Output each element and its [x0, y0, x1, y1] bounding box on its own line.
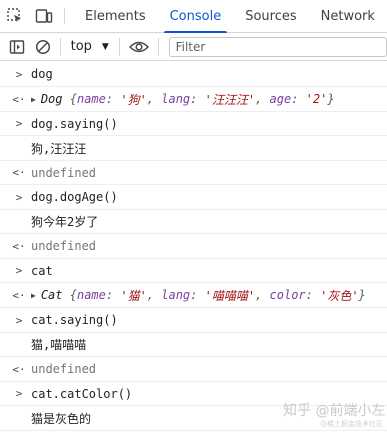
console-input-row: > cat	[0, 259, 387, 283]
tab-sources[interactable]: Sources	[233, 0, 308, 32]
filter-input[interactable]: Filter	[168, 36, 387, 57]
sidebar-toggle-button[interactable]	[4, 33, 30, 61]
inspect-element-button[interactable]	[0, 0, 29, 32]
object-value: '猫'	[120, 288, 147, 303]
console-log-row: 狗,汪汪汪	[0, 136, 387, 161]
device-toolbar-button[interactable]	[29, 0, 58, 32]
filter-placeholder: Filter	[175, 39, 206, 54]
input-text: cat.catColor()	[31, 386, 133, 401]
result-arrow-icon: <·	[12, 92, 26, 106]
object-value: '狗'	[120, 92, 147, 107]
toolbar-divider	[59, 37, 61, 56]
object-preview[interactable]: ▶ Dog {name: '狗', lang: '汪汪汪', age: '2'}	[31, 87, 335, 111]
input-text: dog	[31, 67, 53, 81]
object-key: name	[76, 288, 106, 302]
console-result-row: <· undefined	[0, 161, 387, 185]
toolbar-divider	[157, 37, 159, 56]
object-value: '汪汪汪'	[204, 92, 256, 107]
input-text: cat.saying()	[31, 313, 118, 327]
console-log-row: 狗今年2岁了	[0, 210, 387, 234]
console-log-row: 猫,喵喵喵	[0, 333, 387, 357]
object-key: age	[269, 92, 292, 106]
console-result-row[interactable]: <· ▶ Cat {name: '猫', lang: '喵喵喵', color:…	[0, 283, 387, 308]
input-text: dog.saying()	[31, 116, 118, 131]
result-text: undefined	[31, 165, 97, 180]
object-class: Dog	[40, 92, 63, 106]
watermark-sub: @稀土掘金技术社区	[320, 420, 383, 428]
object-key: color	[269, 288, 306, 302]
log-text: 猫,喵喵喵	[31, 338, 87, 352]
console-toolbar: top ▼ Filter	[0, 33, 387, 61]
eye-icon	[128, 41, 149, 52]
expand-triangle-icon[interactable]: ▶	[31, 291, 36, 300]
caret-down-icon: ▼	[101, 41, 109, 52]
prompt-chevron-icon: >	[15, 387, 23, 400]
log-text: 猫是灰色的	[31, 411, 92, 426]
object-key: lang	[161, 288, 191, 302]
log-text: 狗今年2岁了	[31, 215, 99, 229]
tab-network[interactable]: Network	[309, 0, 387, 32]
object-key: lang	[161, 92, 191, 106]
result-text: undefined	[31, 239, 97, 253]
prompt-chevron-icon: >	[15, 264, 23, 277]
prompt-chevron-icon: >	[15, 313, 23, 327]
prompt-chevron-icon: >	[15, 190, 23, 204]
object-preview[interactable]: ▶ Cat {name: '猫', lang: '喵喵喵', color: '灰…	[31, 283, 366, 307]
toolbar-divider	[118, 37, 120, 56]
prompt-chevron-icon: >	[15, 117, 23, 130]
console-input-row: > dog.saying()	[0, 112, 387, 136]
clear-console-icon	[35, 39, 50, 54]
live-expression-button[interactable]	[124, 33, 154, 61]
prompt-chevron-icon: >	[15, 67, 23, 81]
console-result-row: <· undefined	[0, 234, 387, 259]
clear-console-button[interactable]	[30, 33, 56, 61]
inspect-element-icon	[6, 8, 21, 22]
log-text: 狗,汪汪汪	[31, 141, 87, 156]
watermark: 知乎 @前端小左	[283, 403, 386, 419]
tabbar-divider	[64, 8, 65, 24]
console-input-row: > cat.saying()	[0, 308, 387, 333]
object-value: '喵喵喵'	[204, 288, 256, 303]
result-arrow-icon: <·	[12, 166, 26, 179]
input-text: cat	[31, 263, 53, 278]
devtools-tabbar: Elements Console Sources Network	[0, 0, 387, 33]
object-key: name	[76, 92, 106, 106]
context-selector[interactable]: top ▼	[65, 39, 115, 54]
context-label: top	[70, 39, 92, 54]
object-value: '2'	[305, 92, 328, 106]
tab-elements[interactable]: Elements	[73, 0, 158, 32]
result-arrow-icon: <·	[12, 288, 26, 302]
result-arrow-icon: <·	[12, 239, 26, 253]
tab-console[interactable]: Console	[158, 0, 234, 33]
object-class: Cat	[40, 288, 63, 302]
sidebar-toggle-icon	[9, 39, 25, 54]
object-value: '灰色'	[320, 288, 359, 303]
result-arrow-icon: <·	[12, 362, 26, 376]
input-text: dog.dogAge()	[31, 190, 118, 204]
device-toggle-icon	[35, 9, 52, 23]
console-result-row[interactable]: <· ▶ Dog {name: '狗', lang: '汪汪汪', age: '…	[0, 87, 387, 112]
result-text: undefined	[31, 362, 97, 376]
console-input-row: > dog	[0, 62, 387, 87]
console-input-row: > dog.dogAge()	[0, 185, 387, 210]
expand-triangle-icon[interactable]: ▶	[31, 95, 36, 104]
console-result-row: <· undefined	[0, 357, 387, 382]
console-output: > dog <· ▶ Dog {name: '狗', lang: '汪汪汪', …	[0, 62, 387, 431]
